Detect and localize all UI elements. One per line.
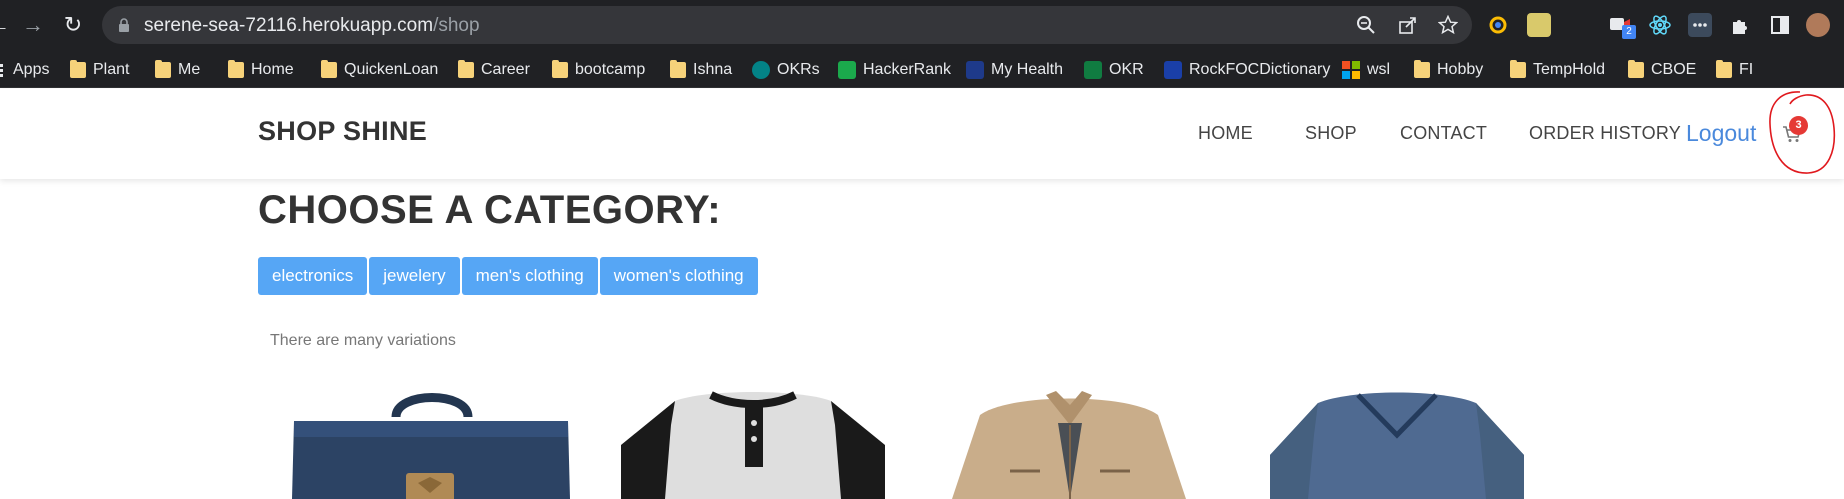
bookmark-me[interactable]: Me bbox=[155, 51, 200, 88]
puzzle-extensions-icon[interactable] bbox=[1728, 13, 1752, 37]
folder-icon bbox=[552, 59, 568, 78]
bookmark-label: TempHold bbox=[1533, 60, 1606, 78]
site-header: SHOP SHINE HOME SHOP CONTACT ORDER HISTO… bbox=[0, 89, 1844, 179]
star-icon[interactable] bbox=[1438, 15, 1458, 35]
folder-icon bbox=[155, 59, 171, 78]
address-bar[interactable]: serene-sea-72116.herokuapp.com/shop bbox=[102, 6, 1472, 44]
zoom-icon[interactable] bbox=[1356, 15, 1376, 35]
more-dots-extension-icon[interactable] bbox=[1688, 13, 1712, 37]
bookmark-ishna[interactable]: Ishna bbox=[670, 51, 732, 88]
bookmark-quickenloan[interactable]: QuickenLoan bbox=[321, 51, 438, 88]
folder-icon bbox=[1510, 59, 1526, 78]
bookmark-label: Apps bbox=[13, 60, 50, 78]
bookmark-label: RockFOCDictionary bbox=[1189, 60, 1331, 78]
jacket-product-image[interactable] bbox=[950, 385, 1188, 499]
bookmark-wsl[interactable]: wsl bbox=[1342, 51, 1390, 88]
bookmark-cboe[interactable]: CBOE bbox=[1628, 51, 1696, 88]
folder-icon bbox=[458, 59, 474, 78]
tagline-text: There are many variations bbox=[270, 332, 456, 349]
pdf-extension-icon[interactable] bbox=[1527, 13, 1551, 37]
profile-avatar[interactable] bbox=[1806, 13, 1830, 37]
tshirt-product-image[interactable] bbox=[1268, 385, 1526, 499]
logout-link[interactable]: Logout bbox=[1686, 120, 1756, 147]
folder-icon bbox=[1716, 59, 1732, 78]
page-title: CHOOSE A CATEGORY: bbox=[258, 188, 722, 232]
bookmark-career[interactable]: Career bbox=[458, 51, 530, 88]
folder-icon bbox=[228, 59, 244, 78]
sharepoint-icon bbox=[752, 60, 770, 79]
bookmark-okr[interactable]: OKR bbox=[1084, 51, 1144, 88]
category-womens-clothing-button[interactable]: women's clothing bbox=[599, 257, 758, 295]
bookmark-hackerrank[interactable]: HackerRank bbox=[838, 51, 951, 88]
hackerrank-icon bbox=[838, 60, 856, 79]
bookmark-label: Hobby bbox=[1437, 60, 1484, 78]
react-devtools-icon[interactable] bbox=[1648, 13, 1672, 37]
bookmark-fi[interactable]: FI bbox=[1716, 51, 1753, 88]
bookmark-label: Ishna bbox=[693, 60, 733, 78]
bookmark-label: Home bbox=[251, 60, 294, 78]
forward-arrow-icon[interactable]: → bbox=[20, 12, 46, 38]
bookmark-label: QuickenLoan bbox=[344, 60, 439, 78]
bookmark-label: CBOE bbox=[1651, 60, 1697, 78]
category-buttons: electronics jewelery men's clothing wome… bbox=[258, 257, 758, 295]
browser-toolbar: ← → ↻ serene-sea-72116.herokuapp.com/sho… bbox=[0, 0, 1844, 51]
bookmark-label: OKR bbox=[1109, 60, 1144, 78]
bookmark-apps[interactable]: Apps bbox=[0, 51, 49, 88]
url-text: serene-sea-72116.herokuapp.com/shop bbox=[144, 15, 480, 37]
nav-home[interactable]: HOME bbox=[1198, 123, 1253, 144]
bookmark-my-health[interactable]: My Health bbox=[966, 51, 1063, 88]
category-jewelery-button[interactable]: jewelery bbox=[369, 257, 460, 295]
folder-icon bbox=[321, 59, 337, 78]
category-electronics-button[interactable]: electronics bbox=[258, 257, 368, 295]
video-extension-icon[interactable]: 2 bbox=[1608, 13, 1636, 39]
henley-shirt-product-image[interactable] bbox=[615, 385, 891, 499]
url-host: serene-sea-72116.herokuapp.com bbox=[144, 15, 434, 36]
bookmark-bootcamp[interactable]: bootcamp bbox=[552, 51, 645, 88]
folder-icon bbox=[70, 59, 86, 78]
bookmark-plant[interactable]: Plant bbox=[70, 51, 129, 88]
annotation-circle bbox=[1769, 91, 1836, 174]
side-panel-icon[interactable] bbox=[1768, 13, 1792, 37]
nav-contact[interactable]: CONTACT bbox=[1400, 123, 1487, 144]
dictionary-icon bbox=[1164, 60, 1182, 79]
bookmark-okrs[interactable]: OKRs bbox=[752, 51, 820, 88]
folder-icon bbox=[1414, 59, 1430, 78]
excel-icon bbox=[1084, 60, 1102, 79]
category-mens-clothing-button[interactable]: men's clothing bbox=[461, 257, 598, 295]
bookmarks-bar: Apps Plant Me Home QuickenLoan Career bo… bbox=[0, 51, 1844, 88]
bookmark-label: Me bbox=[178, 60, 201, 78]
bookmark-label: Plant bbox=[93, 60, 130, 78]
webmd-icon bbox=[966, 60, 984, 79]
lens-extension-icon[interactable] bbox=[1486, 13, 1510, 37]
bookmark-rockfocdictionary[interactable]: RockFOCDictionary bbox=[1164, 51, 1330, 88]
bookmark-hobby[interactable]: Hobby bbox=[1414, 51, 1483, 88]
url-path: /shop bbox=[433, 15, 480, 36]
apps-grid-icon bbox=[0, 63, 3, 77]
backpack-product-image[interactable] bbox=[288, 385, 574, 499]
extension-badge: 2 bbox=[1622, 25, 1636, 39]
folder-icon bbox=[670, 59, 686, 78]
bookmark-label: FI bbox=[1739, 60, 1754, 78]
brand-logo[interactable]: SHOP SHINE bbox=[258, 116, 427, 147]
bookmark-home[interactable]: Home bbox=[228, 51, 294, 88]
bookmark-label: Career bbox=[481, 60, 530, 78]
bookmark-label: OKRs bbox=[777, 60, 820, 78]
share-icon[interactable] bbox=[1398, 15, 1418, 35]
back-arrow-icon[interactable]: ← bbox=[0, 12, 12, 38]
folder-icon bbox=[1628, 59, 1644, 78]
nav-order-history[interactable]: ORDER HISTORY bbox=[1529, 123, 1681, 144]
bookmark-label: My Health bbox=[991, 60, 1064, 78]
bookmark-temphold[interactable]: TempHold bbox=[1510, 51, 1605, 88]
reload-icon[interactable]: ↻ bbox=[60, 12, 86, 38]
bookmark-label: HackerRank bbox=[863, 60, 952, 78]
nav-shop[interactable]: SHOP bbox=[1305, 123, 1357, 144]
windows-icon bbox=[1342, 60, 1360, 79]
bookmark-label: wsl bbox=[1367, 60, 1391, 78]
lock-icon bbox=[119, 18, 129, 32]
bookmark-label: bootcamp bbox=[575, 60, 646, 78]
